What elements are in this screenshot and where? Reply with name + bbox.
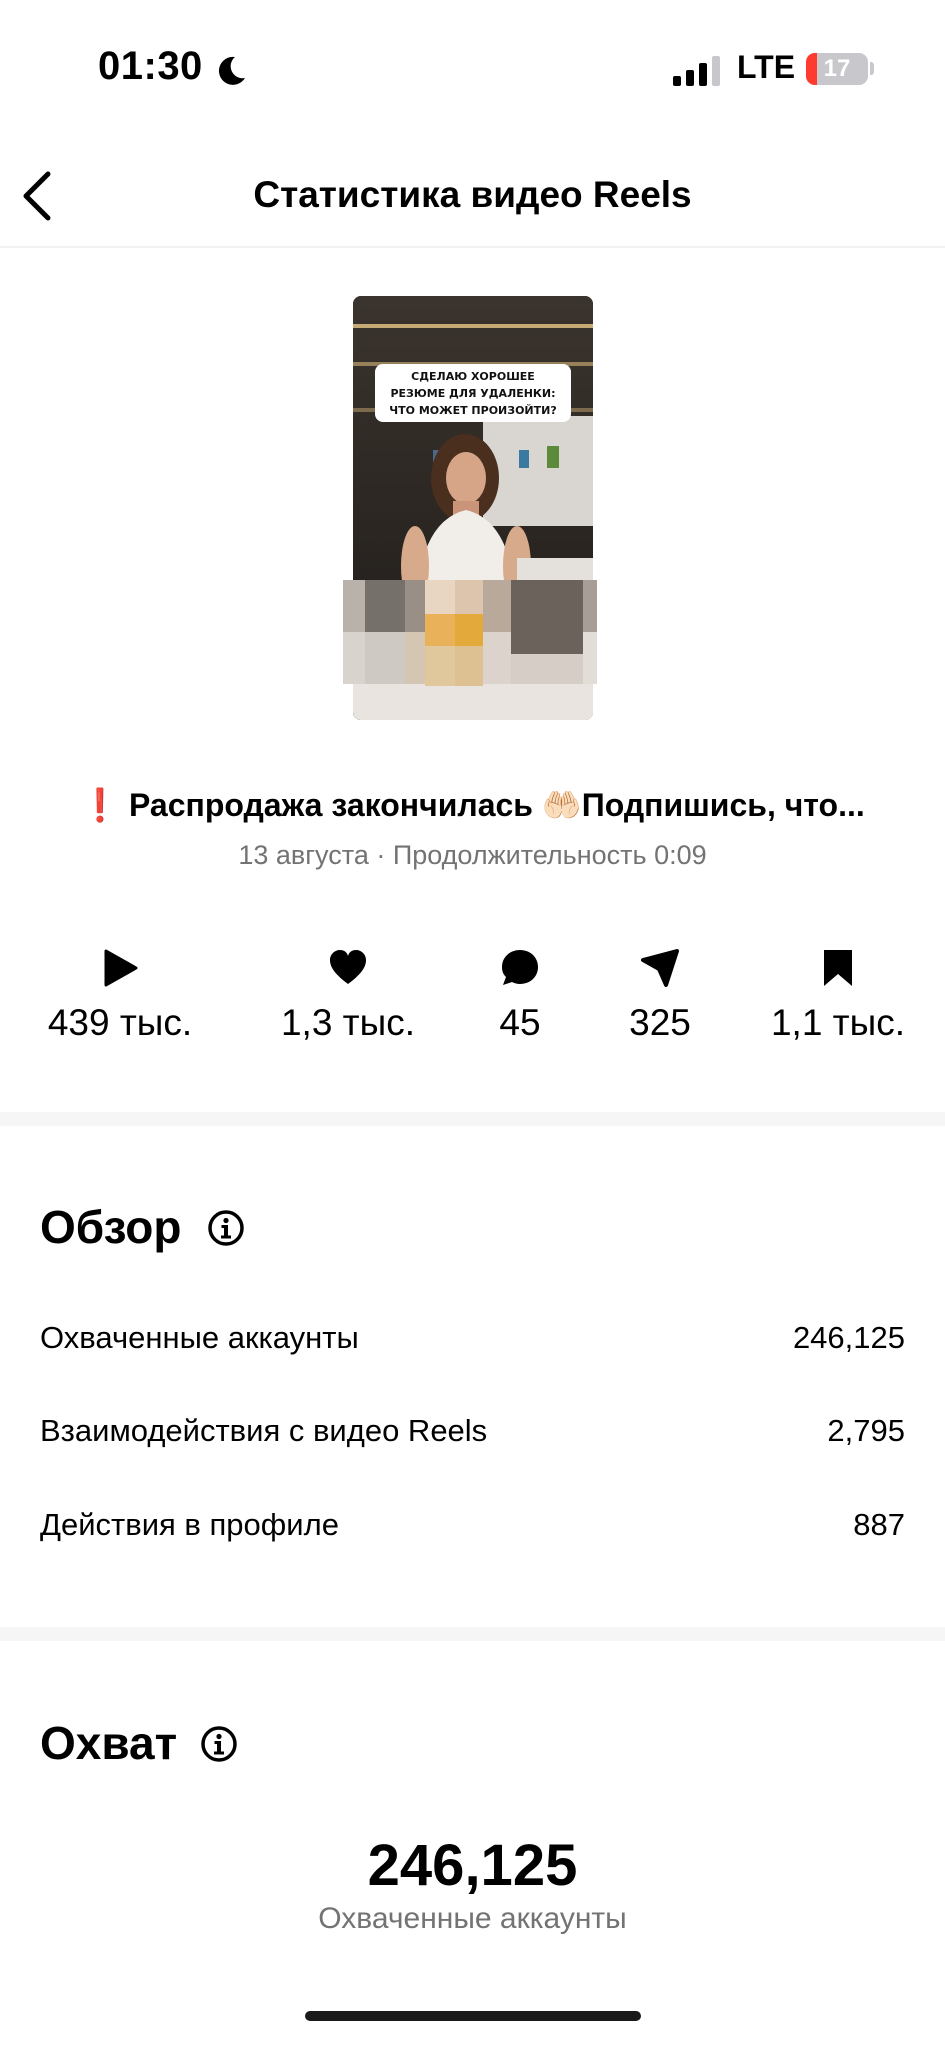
share-icon — [641, 949, 679, 987]
page-title: Статистика видео Reels — [253, 174, 692, 215]
overview-row-label: Взаимодействия с видео Reels — [40, 1413, 488, 1448]
status-time: 01:30 — [98, 44, 203, 88]
overview-row-value: 887 — [853, 1507, 905, 1542]
thumbnail-overlay-line: СДЕЛАЮ ХОРОШЕЕ — [411, 370, 535, 383]
overview-row-label: Действия в профиле — [40, 1507, 339, 1542]
stat-value: 439 тыс. — [47, 1002, 193, 1043]
reach-title: Охват — [40, 1717, 178, 1769]
play-icon — [104, 949, 138, 987]
stat-value: 1,1 тыс. — [770, 1002, 906, 1043]
heart-icon — [330, 950, 366, 984]
reach-value: 246,125 — [367, 1833, 578, 1898]
battery-icon: 17 — [806, 53, 868, 85]
overview-title: Обзор — [40, 1201, 182, 1253]
info-icon[interactable] — [200, 1725, 238, 1763]
battery-tip — [870, 62, 874, 75]
thumbnail-overlay-line: ЧТО МОЖЕТ ПРОИЗОЙТИ? — [389, 404, 557, 417]
section-separator — [0, 1627, 945, 1641]
overview-row-value: 246,125 — [792, 1320, 905, 1355]
header-divider — [0, 246, 945, 248]
bookmark-icon — [824, 950, 852, 986]
pixelated-blur — [343, 580, 599, 686]
stat-saves[interactable]: 1,1 тыс. — [728, 948, 945, 1048]
reach-label: Охваченные аккаунты — [318, 1902, 627, 1935]
info-icon[interactable] — [207, 1209, 245, 1247]
overview-row-value: 2,795 — [827, 1413, 905, 1448]
signal-icon — [673, 56, 720, 86]
comment-icon — [502, 950, 538, 985]
post-caption[interactable]: ❗ Распродажа закончилась 🤲🏻Подпишись, чт… — [40, 786, 905, 824]
home-indicator[interactable] — [305, 2011, 641, 2021]
thumbnail-overlay-line: РЕЗЮМЕ ДЛЯ УДАЛЕНКИ: — [390, 387, 556, 400]
battery-percent: 17 — [823, 55, 851, 82]
moon-icon — [218, 56, 245, 85]
stat-plays[interactable]: 439 тыс. — [10, 948, 230, 1048]
overview-row-label: Охваченные аккаунты — [40, 1320, 359, 1355]
network-label: LTE — [737, 49, 796, 85]
section-separator — [0, 1112, 945, 1126]
post-meta: 13 августа · Продолжительность 0:09 — [238, 840, 707, 870]
